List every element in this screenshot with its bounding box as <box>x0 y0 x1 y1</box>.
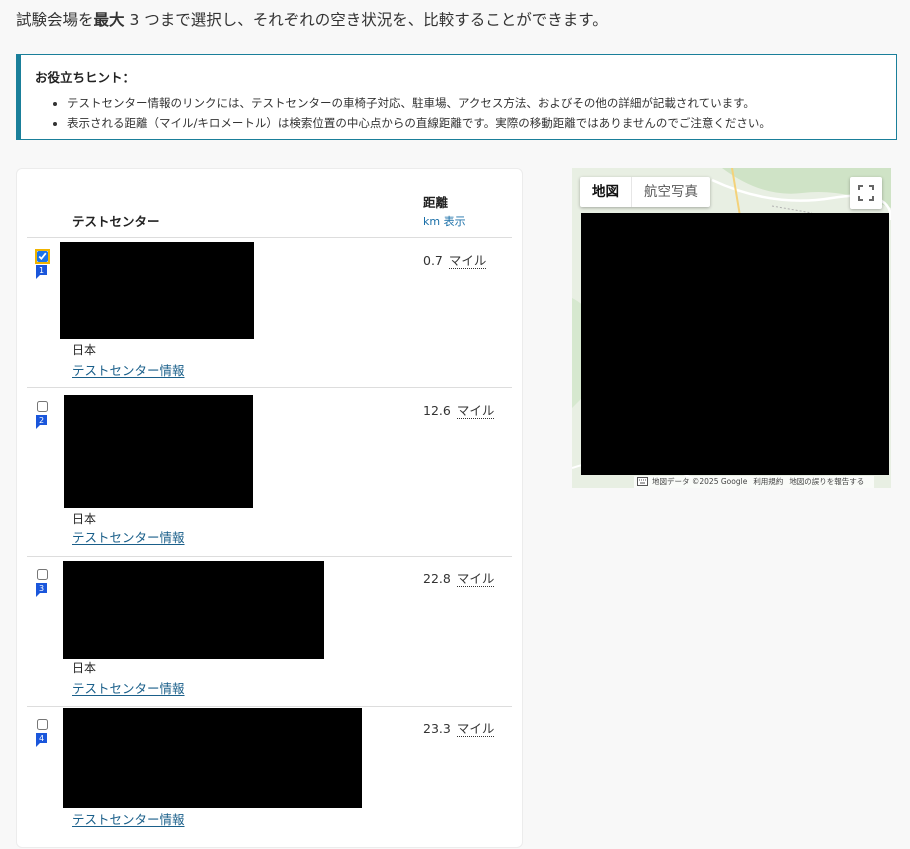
fullscreen-icon <box>858 185 874 201</box>
distance-unit: マイル <box>456 571 495 587</box>
redacted-map-area <box>581 213 889 475</box>
svg-text:1: 1 <box>39 266 44 275</box>
distance-unit: マイル <box>456 721 495 737</box>
select-checkbox-1[interactable] <box>35 249 50 264</box>
distance-value: 23.3 マイル <box>423 721 495 737</box>
km-toggle-link[interactable]: km 表示 <box>423 213 466 229</box>
hint-item: 表示される距離（マイル/キロメートル）は検索位置の中心点からの直線距離です。実際… <box>67 113 771 133</box>
distance-value: 12.6 マイル <box>423 403 495 419</box>
select-checkbox-4[interactable] <box>37 719 48 730</box>
test-center-info-link[interactable]: テストセンター情報 <box>72 527 185 546</box>
keyboard-shortcuts-icon[interactable] <box>637 477 648 486</box>
fullscreen-button[interactable] <box>850 177 882 209</box>
hint-box: お役立ちヒント： テストセンター情報のリンクには、テストセンターの車椅子対応、駐… <box>16 54 897 140</box>
map-marker-icon: 4 <box>36 733 47 747</box>
select-checkbox-2[interactable] <box>37 401 48 412</box>
test-center-info-link[interactable]: テストセンター情報 <box>72 809 185 828</box>
country-label: 日本 <box>72 512 97 526</box>
svg-text:3: 3 <box>39 584 44 593</box>
redacted-center-name <box>63 708 362 808</box>
hint-item: テストセンター情報のリンクには、テストセンターの車椅子対応、駐車場、アクセス方法… <box>67 93 771 113</box>
test-center-list: テストセンター 距離 km 表示 1 日本 テストセンター情報 0.7 マイル 2… <box>16 168 523 848</box>
distance-unit: マイル <box>448 253 487 269</box>
column-header-distance: 距離 <box>423 195 449 210</box>
redacted-center-name <box>63 561 324 659</box>
country-label: 日本 <box>72 661 97 675</box>
redacted-center-name <box>60 242 254 339</box>
tab-map[interactable]: 地図 <box>580 177 631 207</box>
hint-title: お役立ちヒント： <box>35 70 136 85</box>
distance-value: 0.7 マイル <box>423 253 487 269</box>
test-center-info-link[interactable]: テストセンター情報 <box>72 678 185 697</box>
table-row: 3 日本 テストセンター情報 22.8 マイル <box>17 557 524 706</box>
map-data-credit: 地図データ ©2025 Google <box>652 477 748 486</box>
distance-value: 22.8 マイル <box>423 571 495 587</box>
table-row: 1 日本 テストセンター情報 0.7 マイル <box>17 238 524 387</box>
redacted-center-name <box>64 395 253 508</box>
table-row: 2 日本 テストセンター情報 12.6 マイル <box>17 388 524 556</box>
map-marker-icon: 1 <box>36 265 47 279</box>
map-attribution: 地図データ ©2025 Google 利用規約 地図の誤りを報告する <box>634 476 875 488</box>
column-header-test-center: テストセンター <box>72 214 160 229</box>
svg-text:4: 4 <box>39 734 44 743</box>
svg-text:2: 2 <box>39 416 44 425</box>
test-center-info-link[interactable]: テストセンター情報 <box>72 360 185 379</box>
map-marker-icon: 3 <box>36 583 47 597</box>
map-view[interactable]: 地図 航空写真 地図データ ©2025 Google 利用規約 地図の誤りを報告する <box>572 168 891 488</box>
distance-unit: マイル <box>456 403 495 419</box>
intro-text: 試験会場を最大 3 つまで選択し、それぞれの空き状況を、比較することができます。 <box>16 11 608 29</box>
select-checkbox-3[interactable] <box>37 569 48 580</box>
terms-link[interactable]: 利用規約 <box>753 477 783 486</box>
country-label: 日本 <box>72 343 97 357</box>
map-type-tabs: 地図 航空写真 <box>580 177 710 207</box>
hint-list: テストセンター情報のリンクには、テストセンターの車椅子対応、駐車場、アクセス方法… <box>49 93 771 133</box>
report-map-error-link[interactable]: 地図の誤りを報告する <box>789 477 864 486</box>
map-marker-icon: 2 <box>36 415 47 429</box>
tab-satellite[interactable]: 航空写真 <box>631 177 710 207</box>
intro-emphasis: 最大 <box>93 11 125 29</box>
